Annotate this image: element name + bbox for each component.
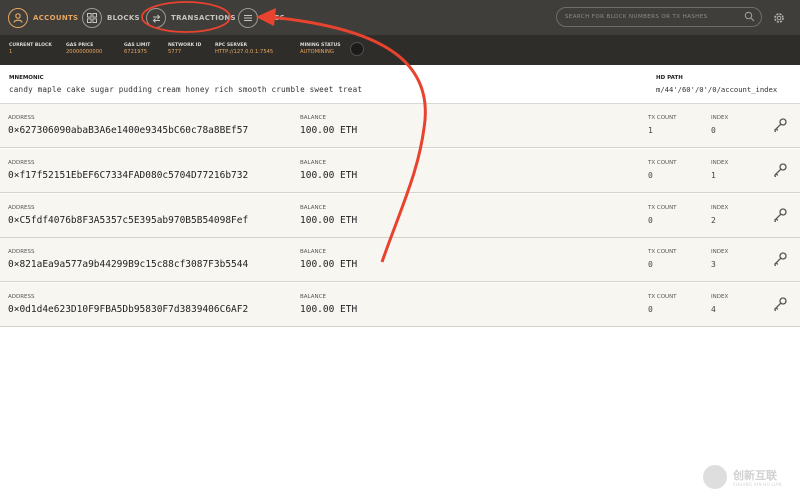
nav-accounts[interactable]: ACCOUNTS [8,6,78,30]
tx-count-label: TX COUNT [648,115,677,121]
nav-logs-label: LOGS [263,14,286,22]
mnemonic-panel: MNEMONIC candy maple cake sugar pudding … [0,65,800,104]
account-tx-count: 1 [648,126,653,135]
index-label: INDEX [711,204,729,211]
search-placeholder: SEARCH FOR BLOCK NUMBERS OR TX HASHES [565,14,708,20]
stat-label: MINING STATUS [300,43,341,48]
balance-label: BALANCE [300,204,326,211]
account-tx-count: 0 [648,305,653,315]
index-label: INDEX [711,115,729,121]
stat-network-id: NETWORK ID 5777 [168,43,201,55]
nav-logs[interactable]: LOGS [238,6,285,30]
account-address: 0×f17f52151EbEF6C7334FAD080c5704D77216b7… [8,169,249,181]
account-balance: 100.00 ETH [300,259,358,271]
account-index: 3 [711,260,716,270]
stat-value: 6721975 [124,49,148,55]
stat-label: NETWORK ID [168,43,202,48]
account-address: 0×627306090abaB3A6e1400e9345bC60c78a8BEf… [8,125,249,136]
stat-value: AUTOMINING [300,49,334,55]
mnemonic-value: candy maple cake sugar pudding cream hon… [9,85,363,94]
nav-transactions[interactable]: TRANSACTIONS [146,6,236,30]
account-row[interactable]: ADDRESS 0×821aEa9a577a9b44299B9c15c88cf30… [0,238,800,283]
balance-label: BALANCE [300,115,326,121]
key-icon[interactable] [772,251,788,267]
index-label: INDEX [711,159,729,166]
watermark-text: 创新互联 [733,469,777,482]
nav-transactions-label: TRANSACTIONS [171,14,236,22]
grid-icon [82,8,102,28]
nav-blocks-label: BLOCKS [107,14,140,22]
stat-mining-status: MINING STATUS AUTOMINING [300,43,341,55]
stat-label: GAS PRICE [66,43,94,48]
list-icon [238,8,258,28]
balance-label: BALANCE [300,294,326,301]
stat-value: 20000000000 [66,49,103,55]
watermark-subtext: CHUANG XIN HU LIAN [733,482,782,487]
stat-current-block: CURRENT BLOCK 1 [9,43,52,55]
mining-toggle[interactable] [350,42,364,56]
account-tx-count: 0 [648,170,653,180]
hd-path-value: m/44'/60'/0'/0/account_index [656,85,778,94]
balance-label: BALANCE [300,159,326,166]
key-icon[interactable] [772,162,788,178]
top-nav: ACCOUNTS BLOCKS TRANSACTIONS LOGS SEARCH… [0,0,800,35]
account-balance: 100.00 ETH [300,214,358,226]
key-icon[interactable] [772,207,788,223]
watermark-mark [703,465,727,489]
nav-accounts-label: ACCOUNTS [33,14,79,22]
stat-label: GAS LIMIT [124,43,151,48]
account-row[interactable]: ADDRESS 0×0d1d4e623D10F9FBA5Db95830F7d383… [0,283,800,328]
status-bar: CURRENT BLOCK 1 GAS PRICE 20000000000 GA… [0,35,800,65]
tx-count-label: TX COUNT [648,159,677,166]
address-label: ADDRESS [8,159,35,166]
stat-rpc-server: RPC SERVER HTTP://127.0.0.1:7545 [215,43,273,55]
stat-value: 1 [9,49,13,55]
account-index: 0 [711,126,716,135]
tx-count-label: TX COUNT [648,294,677,301]
accounts-icon [8,8,28,28]
watermark-logo: 创新互联 CHUANG XIN HU LIAN [703,463,793,493]
stat-value: HTTP://127.0.0.1:7545 [215,49,274,55]
account-address: 0×0d1d4e623D10F9FBA5Db95830F7d3839406C6A… [8,304,249,316]
index-label: INDEX [711,294,729,301]
stat-gas-limit: GAS LIMIT 6721975 [124,43,150,55]
nav-blocks[interactable]: BLOCKS [82,6,140,30]
hd-path-label: HD PATH [656,75,683,81]
key-icon[interactable] [772,296,788,312]
account-address: 0×821aEa9a577a9b44299B9c15c88cf3087F3b55… [8,259,249,271]
stat-label: CURRENT BLOCK [9,43,52,48]
stat-value: 5777 [168,49,182,55]
address-label: ADDRESS [8,204,35,211]
search-input[interactable]: SEARCH FOR BLOCK NUMBERS OR TX HASHES [556,7,762,27]
account-index: 1 [711,170,716,180]
gear-icon[interactable] [772,10,786,24]
account-tx-count: 0 [648,260,653,270]
tx-count-label: TX COUNT [648,204,677,211]
address-label: ADDRESS [8,294,35,301]
account-row[interactable]: ADDRESS 0×C5fdf4076b8F3A5357c5E395ab970B5… [0,193,800,238]
account-balance: 100.00 ETH [300,304,358,316]
account-address: 0×C5fdf4076b8F3A5357c5E395ab970B5B54098F… [8,214,249,226]
account-row[interactable]: ADDRESS 0×f17f52151EbEF6C7334FAD080c5704D… [0,148,800,193]
swap-arrows-icon [146,8,166,28]
search-icon[interactable] [744,11,756,23]
tx-count-label: TX COUNT [648,249,677,256]
account-row[interactable]: ADDRESS 0×627306090abaB3A6e1400e9345bC60c… [0,104,800,148]
stat-label: RPC SERVER [215,43,248,48]
account-index: 2 [711,215,716,225]
key-icon[interactable] [772,117,788,133]
index-label: INDEX [711,249,729,256]
mnemonic-label: MNEMONIC [9,75,44,81]
address-label: ADDRESS [8,115,35,121]
stat-gas-price: GAS PRICE 20000000000 [66,43,102,55]
account-tx-count: 0 [648,215,653,225]
account-index: 4 [711,305,716,315]
balance-label: BALANCE [300,249,326,256]
account-balance: 100.00 ETH [300,169,358,181]
address-label: ADDRESS [8,249,35,256]
account-balance: 100.00 ETH [300,125,358,136]
